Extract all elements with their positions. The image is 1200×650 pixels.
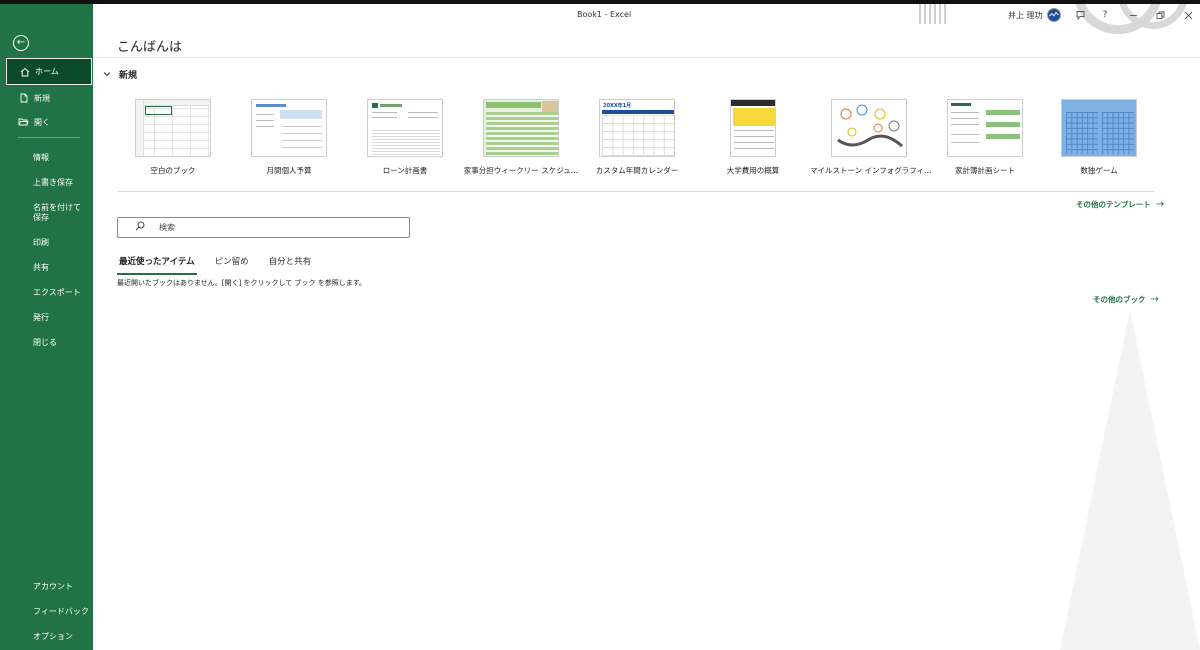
arrow-right-icon: → [1155,199,1165,210]
template-sudoku[interactable]: 数独ゲーム [1060,99,1138,175]
template-caption: 家事分担ウィークリー スケジュ… [463,166,579,175]
home-icon [19,66,30,77]
search-box[interactable] [117,217,410,238]
template-thumbnail [730,99,776,157]
template-caption: 数独ゲーム [1080,166,1118,175]
sidebar-item-label: ホーム [35,67,59,76]
template-caption: マイルストーン インフォグラフィ… [810,166,932,175]
template-monthly-budget[interactable]: 月間個人予算 [250,99,328,175]
folder-open-icon [18,117,29,128]
sidebar-item-print[interactable]: 印刷 [6,230,92,254]
sidebar-item-home[interactable]: ホーム [6,58,92,85]
sidebar-item-publish[interactable]: 発行 [6,305,92,329]
chevron-down-icon [103,70,111,79]
sidebar-item-label: 名前を付けて保存 [33,203,81,222]
file-tabs: 最近使ったアイテム ピン留め 自分と共有 [117,252,329,275]
template-milestone-infographic[interactable]: マイルストーン インフォグラフィ… [810,99,932,175]
page-title: こんばんは [117,40,183,55]
feedback-icon[interactable] [1073,8,1087,22]
template-caption: カスタム年間カレンダー [595,166,679,175]
header-divider [93,57,1200,58]
empty-recent-message: 最近開いたブックはありません。[開く] をクリックして ブック を参照します。 [117,279,367,287]
template-thumbnail: 20XX年1月 [599,99,675,157]
new-document-icon [18,93,29,104]
more-books-label: その他のブック [1093,295,1146,304]
sidebar-item-close[interactable]: 閉じる [6,330,92,354]
template-chore-schedule[interactable]: 家事分担ウィークリー スケジュ… [464,99,578,175]
template-blank-workbook[interactable]: 空白のブック [134,99,212,175]
restore-icon[interactable] [1153,8,1167,22]
template-caption: ローン計画書 [382,166,428,175]
sidebar-item-label: フィードバック [33,606,89,616]
user-name[interactable]: 井上 理功 [1008,10,1043,21]
sidebar-item-label: オプション [33,631,73,641]
new-section-header[interactable]: 新規 [103,68,137,81]
template-caption: 月間個人予算 [266,166,312,175]
sidebar-item-share[interactable]: 共有 [6,255,92,279]
arrow-right-icon: → [1150,294,1159,305]
sidebar-item-open[interactable]: 開く [6,110,92,134]
window-title: Book1 - Excel [577,10,632,19]
sidebar-item-label: 閉じる [33,337,57,347]
tab-recent[interactable]: 最近使ったアイテム [117,252,197,275]
sidebar-item-label: 新規 [34,93,50,103]
more-templates-label: その他のテンプレート [1076,200,1151,209]
template-thumbnail [251,99,327,157]
template-loan-plan[interactable]: ローン計画書 [366,99,444,175]
template-caption: 家計簿計画シート [955,166,1015,175]
template-caption: 大学費用の概算 [726,166,780,175]
back-arrow-icon[interactable]: ← [13,35,29,51]
template-household-budget[interactable]: 家計簿計画シート [946,99,1024,175]
sidebar-item-new[interactable]: 新規 [6,86,92,110]
minimize-icon[interactable] [1126,8,1140,22]
sidebar-item-label: 印刷 [33,237,49,247]
template-thumbnail [483,99,559,157]
close-icon[interactable] [1181,8,1195,22]
template-thumbnail [1061,99,1137,157]
title-bar: Book1 - Excel 井上 理功 ? [93,4,1200,26]
sidebar-item-label: アカウント [33,581,73,591]
sidebar-item-save-as[interactable]: 名前を付けて保存 [6,196,92,230]
search-input[interactable] [159,223,389,232]
excel-window: ← ホーム 新規 開く 情報 上書き保存 名前を付けて保存 印刷 共有 エクスポ… [0,0,1200,650]
more-books-link[interactable]: その他のブック → [1093,294,1159,305]
sidebar-item-label: 情報 [33,152,49,162]
sidebar-item-account[interactable]: アカウント [6,574,92,598]
template-thumbnail [947,99,1023,157]
sidebar-item-label: 共有 [33,262,49,272]
sidebar-item-options[interactable]: オプション [6,624,92,648]
more-templates-link[interactable]: その他のテンプレート → [1076,199,1164,210]
avatar[interactable] [1047,8,1061,22]
sidebar-item-info[interactable]: 情報 [6,145,92,169]
sidebar-item-label: 開く [34,117,50,127]
section-divider [117,191,1155,192]
sidebar-item-label: エクスポート [33,287,81,297]
backstage-sidebar: ← ホーム 新規 開く 情報 上書き保存 名前を付けて保存 印刷 共有 エクスポ… [0,4,93,650]
template-college-costs[interactable]: 大学費用の概算 [714,99,792,175]
sidebar-item-label: 発行 [33,312,49,322]
template-yearly-calendar[interactable]: 20XX年1月 カスタム年間カレンダー [596,99,678,175]
new-section-title: 新規 [119,71,138,81]
sidebar-item-label: 上書き保存 [33,177,73,187]
search-icon [135,221,145,234]
decorative-triangle [1060,310,1200,650]
sidebar-item-feedback[interactable]: フィードバック [6,599,92,623]
sidebar-divider [18,137,80,138]
tab-pinned[interactable]: ピン留め [213,252,251,272]
sidebar-item-save[interactable]: 上書き保存 [6,170,92,194]
help-icon[interactable]: ? [1098,8,1112,22]
template-caption: 空白のブック [150,166,196,175]
sidebar-item-export[interactable]: エクスポート [6,280,92,304]
template-thumbnail [831,99,907,157]
template-thumbnail [367,99,443,157]
tab-shared-with-me[interactable]: 自分と共有 [267,252,314,272]
template-thumbnail [135,99,211,157]
